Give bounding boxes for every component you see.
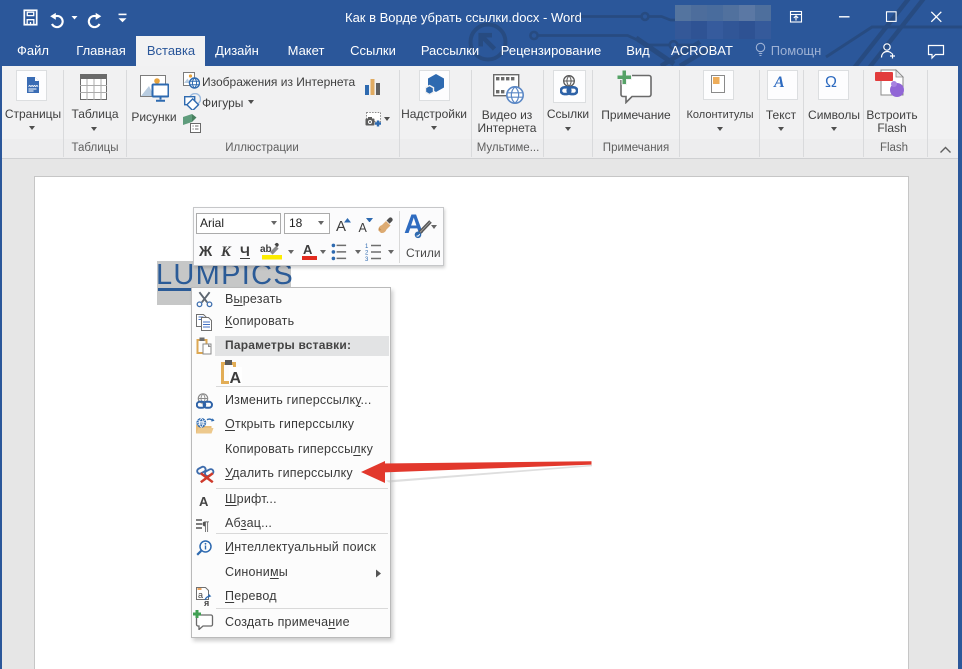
svg-text:2: 2: [365, 251, 369, 257]
svg-text:1: 1: [365, 244, 369, 250]
svg-text:3: 3: [365, 257, 369, 261]
svg-text:A: A: [230, 370, 242, 384]
svg-text:ab: ab: [260, 244, 272, 255]
svg-text:a: a: [198, 590, 203, 600]
svg-text:¶: ¶: [202, 518, 210, 532]
svg-text:я: я: [204, 598, 209, 607]
